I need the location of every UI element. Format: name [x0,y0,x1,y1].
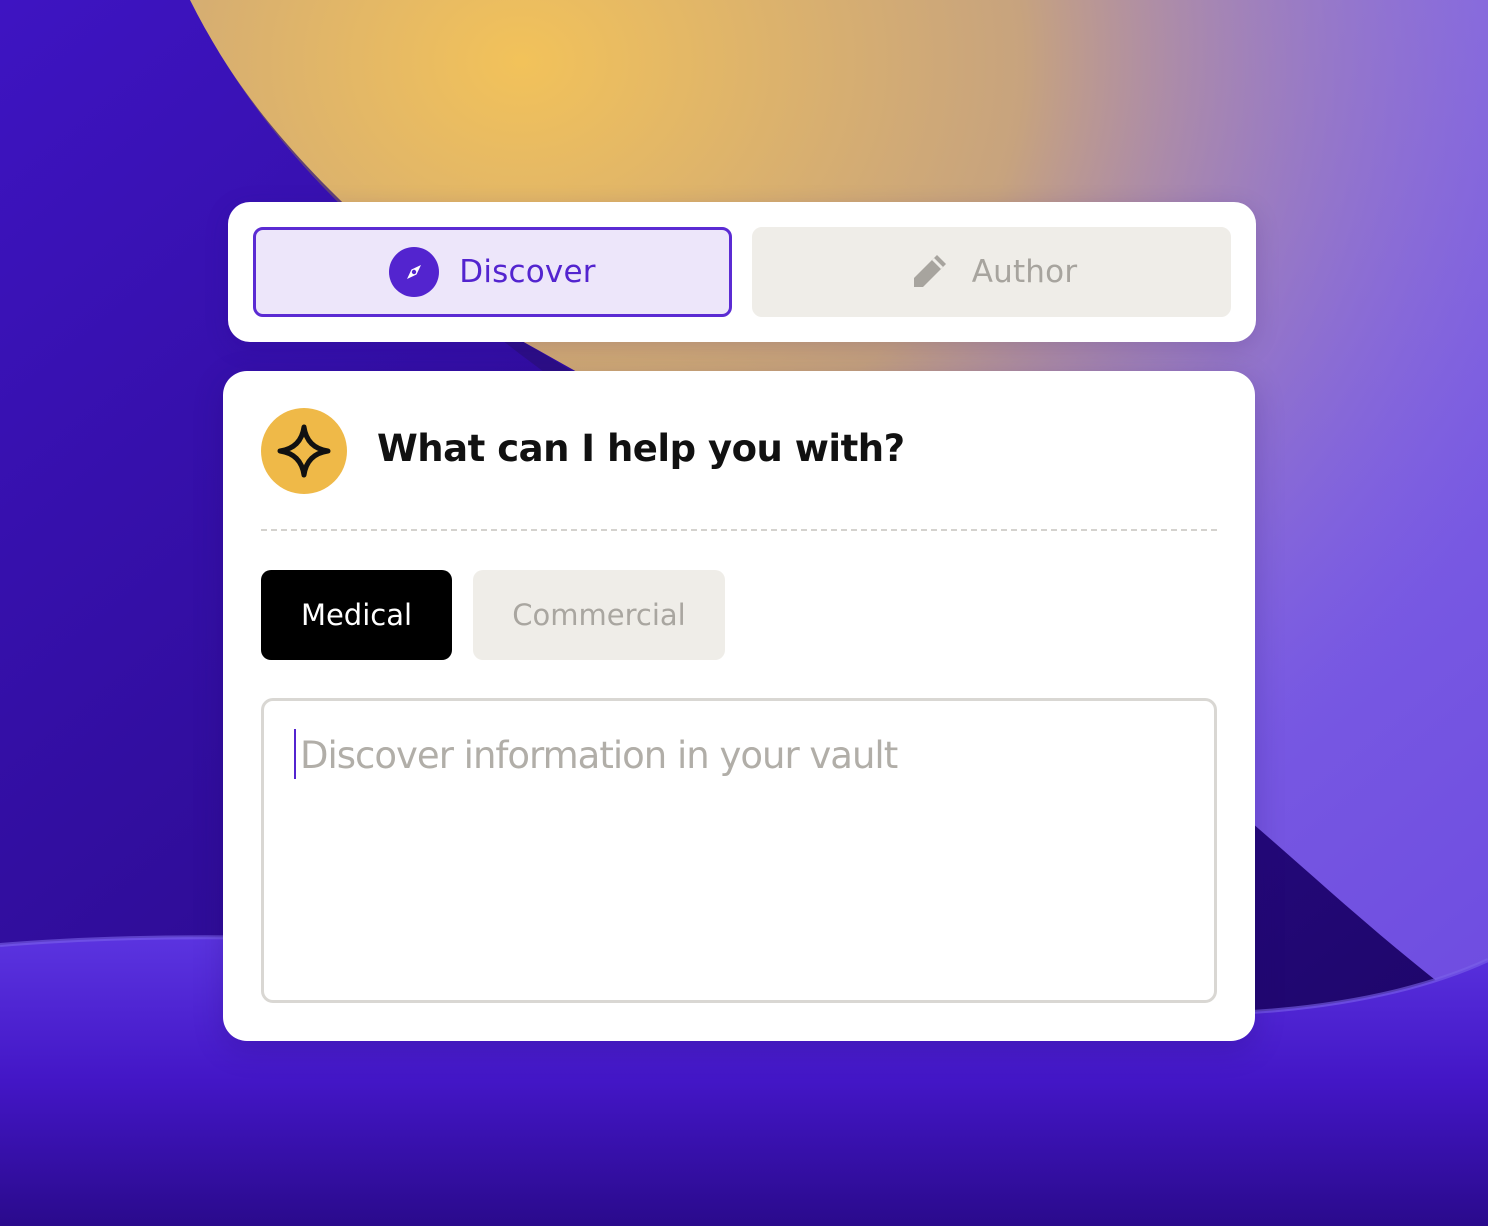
author-mode-button[interactable]: Author [752,227,1231,317]
compass-icon [389,247,440,297]
assistant-prompt: What can I help you with? [377,427,905,470]
discover-mode-label: Discover [459,254,596,290]
query-placeholder: Discover information in your vault [300,734,898,777]
category-chip-commercial[interactable]: Commercial [473,570,725,660]
assistant-avatar [261,408,347,494]
section-divider [261,529,1217,531]
assistant-panel: What can I help you with? Medical Commer… [223,371,1255,1041]
mode-switcher: Discover Author [228,202,1256,342]
discover-mode-button[interactable]: Discover [253,227,732,317]
query-input[interactable]: Discover information in your vault [261,698,1217,1003]
pencil-icon [906,249,952,295]
category-chip-medical[interactable]: Medical [261,570,452,660]
sparkle-icon [277,424,331,478]
text-caret [294,729,296,779]
author-mode-label: Author [971,254,1078,290]
